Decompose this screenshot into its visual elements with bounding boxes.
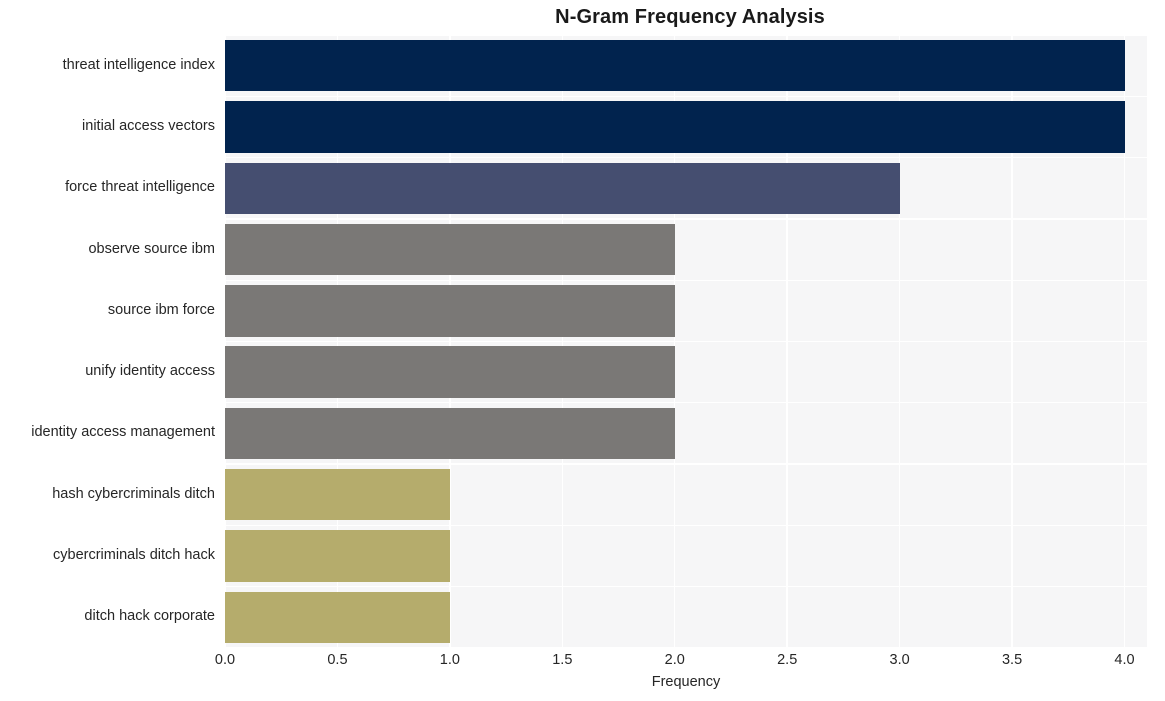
gridline-horizontal xyxy=(225,35,1147,36)
y-axis-tick-label: unify identity access xyxy=(85,363,215,380)
y-axis-tick-label: threat intelligence index xyxy=(62,56,215,73)
bar xyxy=(225,346,675,398)
gridline-horizontal xyxy=(225,340,1147,343)
y-axis-tick-label: source ibm force xyxy=(107,301,215,318)
chart-figure: N-Gram Frequency Analysis threat intelli… xyxy=(0,0,1165,701)
y-axis-tick-label: identity access management xyxy=(31,424,215,441)
gridline-horizontal xyxy=(225,218,1147,220)
y-axis-tick-label: initial access vectors xyxy=(82,117,215,134)
chart-title: N-Gram Frequency Analysis xyxy=(555,6,825,28)
gridline-horizontal xyxy=(225,647,1147,648)
x-axis-tick-labels: 0.0 0.5 1.0 1.5 2.0 2.5 3.0 3.5 4.0 xyxy=(215,652,1147,674)
x-axis-tick-label: 2.0 xyxy=(664,652,685,668)
bar xyxy=(225,285,675,337)
x-axis-tick-label: 3.0 xyxy=(889,652,910,668)
plot-area xyxy=(225,35,1147,648)
x-axis-title: Frequency xyxy=(651,674,721,690)
y-axis-tick-label: force threat intelligence xyxy=(65,179,215,196)
gridline-horizontal xyxy=(225,95,1147,97)
y-axis-tick-labels: threat intelligence index initial access … xyxy=(0,35,215,648)
x-axis-tick-label: 2.5 xyxy=(777,652,798,668)
y-axis-tick-label: ditch hack corporate xyxy=(84,608,215,625)
gridline-horizontal xyxy=(225,279,1147,281)
bar xyxy=(225,407,675,460)
gridline-horizontal xyxy=(225,156,1147,159)
gridline-horizontal xyxy=(225,402,1147,404)
x-axis-tick-label: 3.5 xyxy=(1001,652,1023,668)
gridline-horizontal xyxy=(225,463,1147,465)
bar xyxy=(225,469,450,521)
bar xyxy=(225,101,1125,153)
y-axis-tick-label: cybercriminals ditch hack xyxy=(53,547,215,564)
x-axis-tick-label: 4.0 xyxy=(1114,652,1135,668)
gridline-horizontal xyxy=(225,524,1147,527)
bar xyxy=(225,39,1125,92)
bar xyxy=(225,530,450,582)
y-axis-tick-label: observe source ibm xyxy=(88,240,215,257)
gridline-horizontal xyxy=(225,586,1147,588)
x-axis-tick-label: 0.0 xyxy=(214,652,236,668)
x-axis-tick-label: 1.5 xyxy=(552,652,573,668)
y-axis-tick-label: hash cybercriminals ditch xyxy=(52,485,215,502)
x-axis-tick-label: 1.0 xyxy=(439,652,460,668)
bar xyxy=(225,162,900,214)
bar xyxy=(225,591,450,644)
bar xyxy=(225,223,675,276)
x-axis-tick-label: 0.5 xyxy=(327,652,348,668)
